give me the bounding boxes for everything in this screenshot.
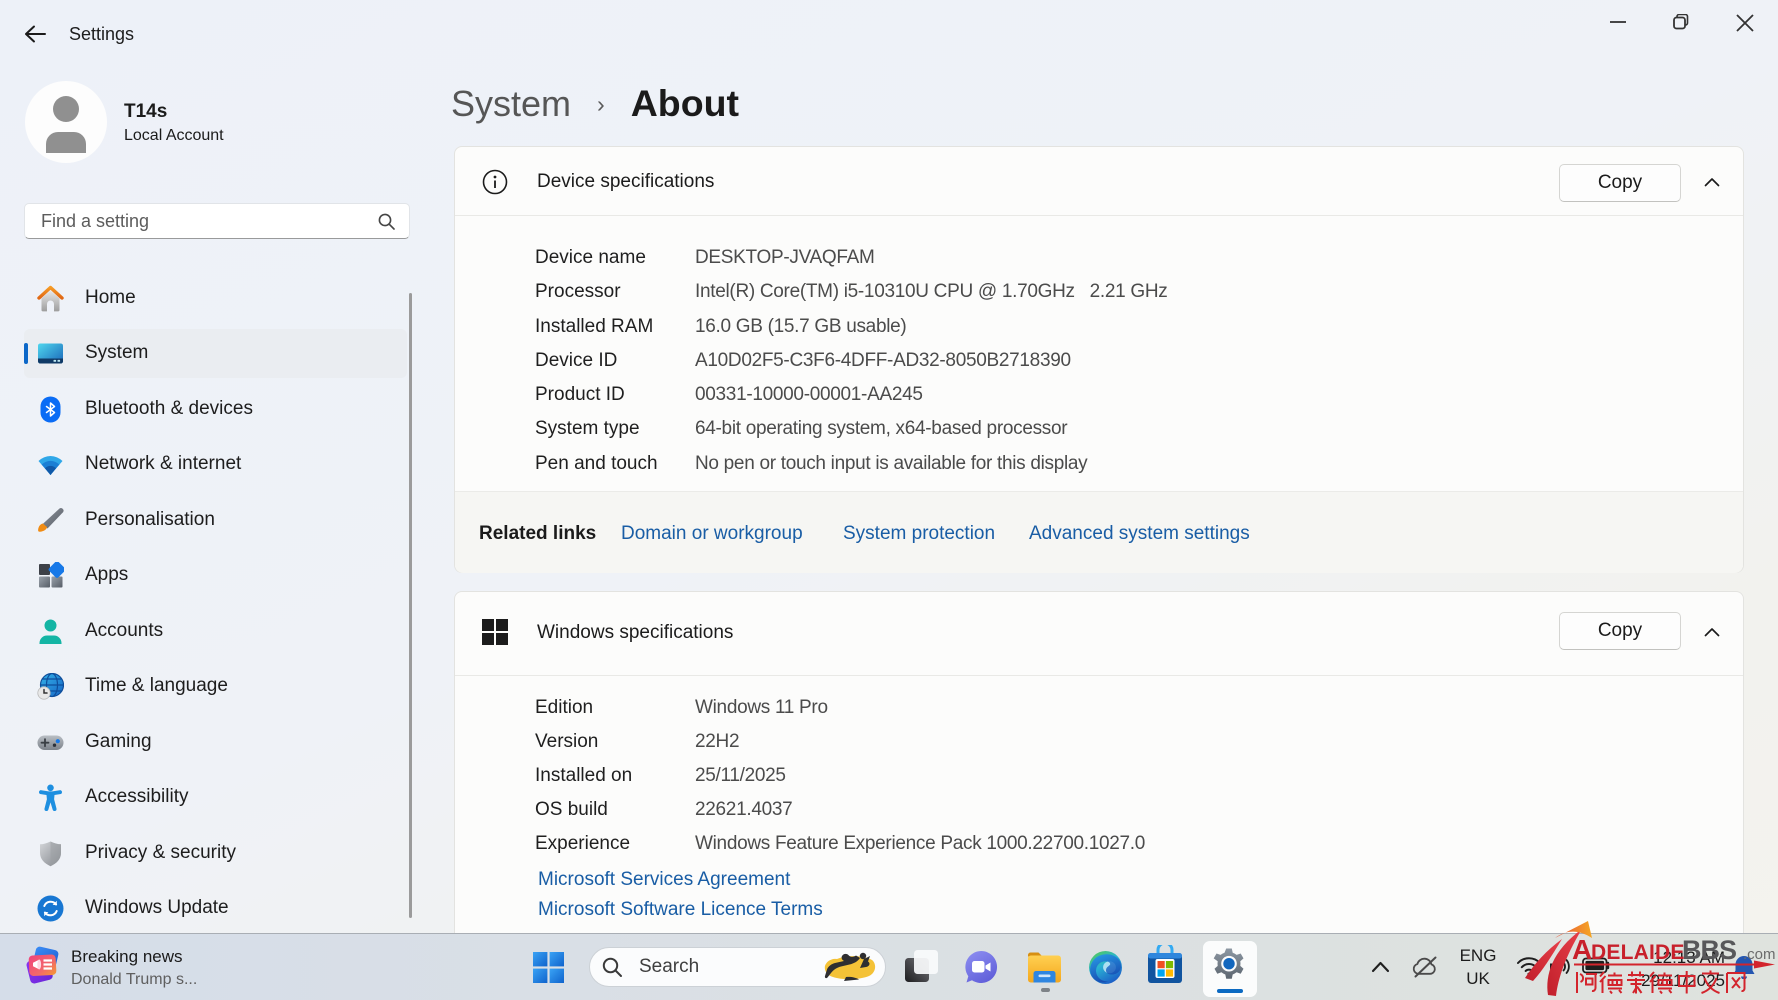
svg-text:DELAIDE: DELAIDE [1591,941,1685,964]
svg-text:.com: .com [1743,946,1776,963]
svg-text:BBS: BBS [1682,935,1736,965]
svg-text:A: A [1572,934,1592,965]
